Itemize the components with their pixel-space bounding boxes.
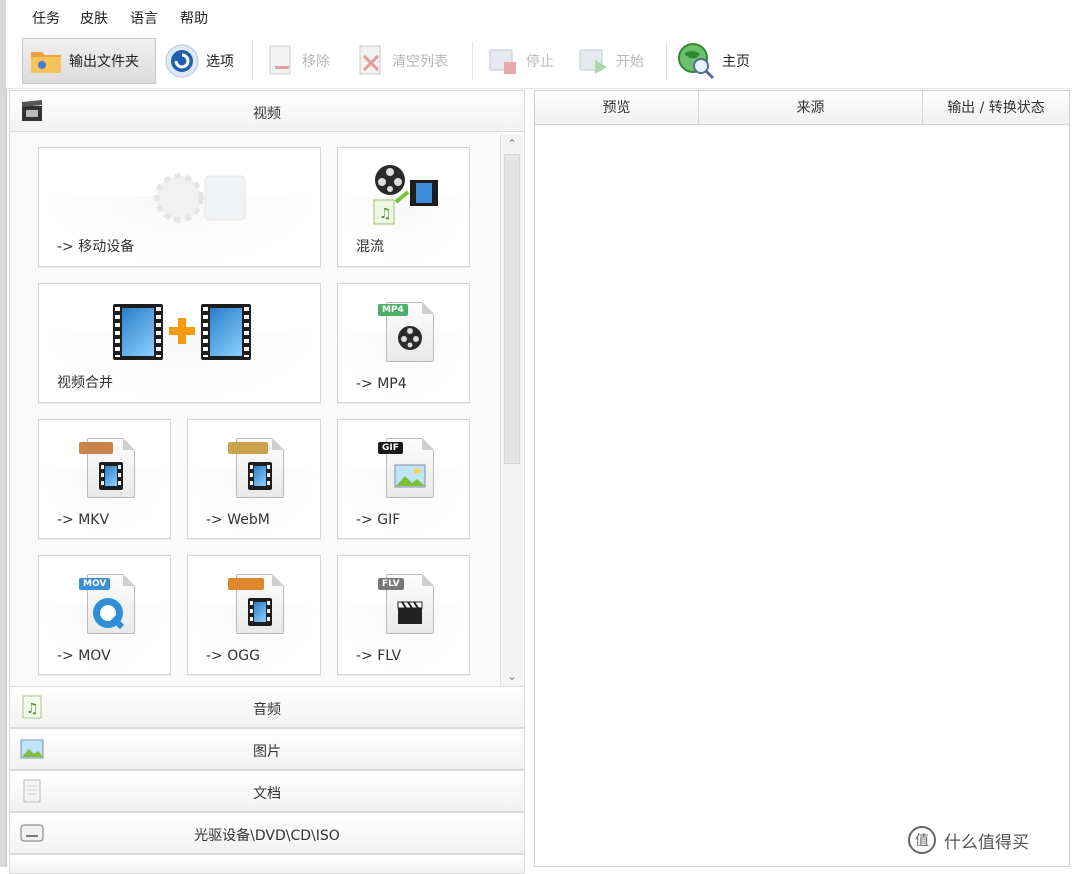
film-strip-icon xyxy=(248,598,272,626)
tile-mobile-label: -> 移动设备 xyxy=(57,239,135,255)
film-strip-icon xyxy=(201,304,251,360)
stop-button[interactable]: 停止 xyxy=(480,38,568,84)
toolbar-separator xyxy=(252,42,253,80)
tile-mp4-label: -> MP4 xyxy=(356,376,407,392)
column-preview[interactable]: 预览 xyxy=(535,91,699,125)
tile-gif-label: -> GIF xyxy=(356,512,401,528)
tile-mux-label: 混流 xyxy=(356,239,384,255)
output-folder-label: 输出文件夹 xyxy=(69,54,139,70)
gif-tag: GIF xyxy=(378,442,403,454)
clear-list-button[interactable]: 清空列表 xyxy=(350,38,464,84)
category-video-label: 视频 xyxy=(253,106,281,122)
mp4-tag: MP4 xyxy=(378,304,408,316)
mobile-device-icon xyxy=(154,173,246,223)
toolbar-separator xyxy=(472,42,473,80)
menu-skin[interactable]: 皮肤 xyxy=(80,8,108,28)
category-document-header[interactable]: 文档 xyxy=(9,770,525,812)
ogg-tag xyxy=(228,578,264,590)
toolbar-separator xyxy=(666,42,667,80)
remove-button[interactable]: 移除 xyxy=(260,38,346,84)
film-reel-icon xyxy=(398,326,422,350)
scrollbar-thumb[interactable] xyxy=(504,154,520,464)
mux-icon: ♫ xyxy=(373,165,438,225)
watermark: 值 什么值得买 xyxy=(908,820,1029,860)
menu-help[interactable]: 帮助 xyxy=(180,8,208,28)
home-globe-icon xyxy=(678,43,715,80)
tile-webm-label: -> WebM xyxy=(206,512,270,528)
start-label: 开始 xyxy=(616,54,644,70)
tile-mkv-label: -> MKV xyxy=(57,512,110,528)
clear-list-label: 清空列表 xyxy=(392,54,448,70)
watermark-text: 什么值得买 xyxy=(944,832,1029,853)
column-status[interactable]: 输出 / 转换状态 xyxy=(923,91,1069,125)
start-play-icon xyxy=(579,49,607,74)
tile-mkv[interactable]: -> MKV xyxy=(38,419,171,539)
home-label: 主页 xyxy=(722,54,750,70)
menu-language[interactable]: 语言 xyxy=(130,8,158,28)
window-border-left xyxy=(0,0,7,867)
category-more-header[interactable] xyxy=(9,854,525,874)
film-strip-icon xyxy=(99,462,123,490)
remove-document-icon xyxy=(269,45,291,75)
tiles-scrollbar[interactable]: ⌃ ⌄ xyxy=(500,134,523,686)
tile-mov-label: -> MOV xyxy=(57,648,111,664)
category-optical-header[interactable]: 光驱设备\DVD\CD\ISO xyxy=(9,812,525,854)
toolbar: 输出文件夹 选项 移除 清空列表 停止 开始 主页 xyxy=(6,34,1070,89)
options-gear-icon xyxy=(165,44,199,78)
tile-mov[interactable]: MOV -> MOV xyxy=(38,555,171,675)
folder-icon xyxy=(31,52,61,73)
flv-tag: FLV xyxy=(378,578,404,590)
menu-task[interactable]: 任务 xyxy=(32,8,60,28)
scroll-down-arrow-icon[interactable]: ⌄ xyxy=(504,668,520,684)
tile-gif[interactable]: GIF -> GIF xyxy=(337,419,470,539)
tile-mp4[interactable]: MP4 -> MP4 xyxy=(337,283,470,403)
menu-bar: 任务 皮肤 语言 帮助 xyxy=(6,0,1070,34)
category-optical-label: 光驱设备\DVD\CD\ISO xyxy=(194,828,340,844)
category-image-header[interactable]: 图片 xyxy=(9,728,525,770)
mov-tag: MOV xyxy=(79,578,111,590)
remove-label: 移除 xyxy=(302,54,330,70)
svg-text:♫: ♫ xyxy=(379,206,392,222)
film-strip-icon xyxy=(113,304,163,360)
category-document-label: 文档 xyxy=(253,786,281,802)
task-list-panel: 预览 来源 输出 / 转换状态 xyxy=(534,90,1070,867)
tile-webm[interactable]: -> WebM xyxy=(187,419,321,539)
tile-mobile-device[interactable]: -> 移动设备 xyxy=(38,147,321,267)
mkv-tag xyxy=(79,442,113,454)
options-button[interactable]: 选项 xyxy=(158,38,244,84)
clear-list-icon xyxy=(359,45,381,75)
options-label: 选项 xyxy=(206,54,234,70)
stop-icon xyxy=(489,49,516,74)
tile-ogg-label: -> OGG xyxy=(206,648,260,664)
start-button[interactable]: 开始 xyxy=(570,38,660,84)
tile-ogg[interactable]: -> OGG xyxy=(187,555,321,675)
tile-flv[interactable]: FLV -> FLV xyxy=(337,555,470,675)
webm-tag xyxy=(228,442,268,454)
picture-icon xyxy=(394,464,426,488)
column-source[interactable]: 来源 xyxy=(699,91,923,125)
video-tiles-area: -> 移动设备 ♫ 混流 视频合并 MP4 -> MP4 -> MKV -> W… xyxy=(10,132,498,688)
plus-icon xyxy=(169,318,195,344)
quicktime-icon xyxy=(93,598,125,630)
film-strip-icon xyxy=(248,462,272,490)
tile-video-merge[interactable]: 视频合并 xyxy=(38,283,321,403)
home-button[interactable]: 主页 xyxy=(670,38,762,84)
category-image-label: 图片 xyxy=(253,744,281,760)
stop-label: 停止 xyxy=(526,54,554,70)
clapperboard-icon xyxy=(397,601,423,624)
watermark-logo-icon: 值 xyxy=(908,826,936,854)
tile-flv-label: -> FLV xyxy=(356,648,402,664)
category-audio-label: 音频 xyxy=(253,702,281,718)
output-folder-button[interactable]: 输出文件夹 xyxy=(22,38,156,84)
category-video-header[interactable]: 视频 xyxy=(9,90,525,132)
scroll-up-arrow-icon[interactable]: ⌃ xyxy=(504,136,520,152)
category-audio-header[interactable]: ♫ 音频 xyxy=(9,686,525,728)
tile-mux[interactable]: ♫ 混流 xyxy=(337,147,470,267)
tile-merge-label: 视频合并 xyxy=(57,375,113,391)
